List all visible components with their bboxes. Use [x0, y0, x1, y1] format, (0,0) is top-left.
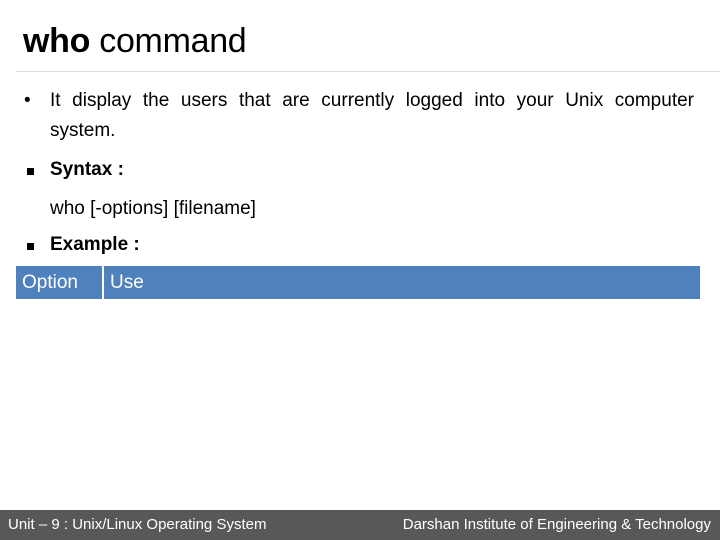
square-bullet-icon	[27, 243, 34, 250]
footer-bar: Unit – 9 : Unix/Linux Operating System D…	[0, 510, 720, 540]
slide-title-rest: command	[90, 22, 247, 60]
options-table-header: Option Use	[16, 266, 700, 299]
slide-title: who command	[23, 18, 247, 64]
bullet-text: It display the users that are currently …	[50, 90, 694, 141]
round-bullet-icon: •	[24, 90, 31, 111]
column-header-option: Option	[16, 266, 104, 299]
column-header-use: Use	[110, 272, 144, 293]
slide-title-bold: who	[23, 22, 91, 60]
footer-institute-label: Darshan Institute of Engineering & Techn…	[402, 516, 711, 533]
syntax-heading: Syntax :	[50, 159, 124, 180]
bullet-description: • It display the users that are currentl…	[24, 86, 694, 146]
footer-unit-label: Unit – 9 : Unix/Linux Operating System	[8, 516, 267, 533]
syntax-command: who [-options] [filename]	[50, 198, 256, 219]
title-divider	[16, 71, 720, 72]
square-bullet-icon	[27, 168, 34, 175]
example-heading: Example :	[50, 234, 140, 255]
